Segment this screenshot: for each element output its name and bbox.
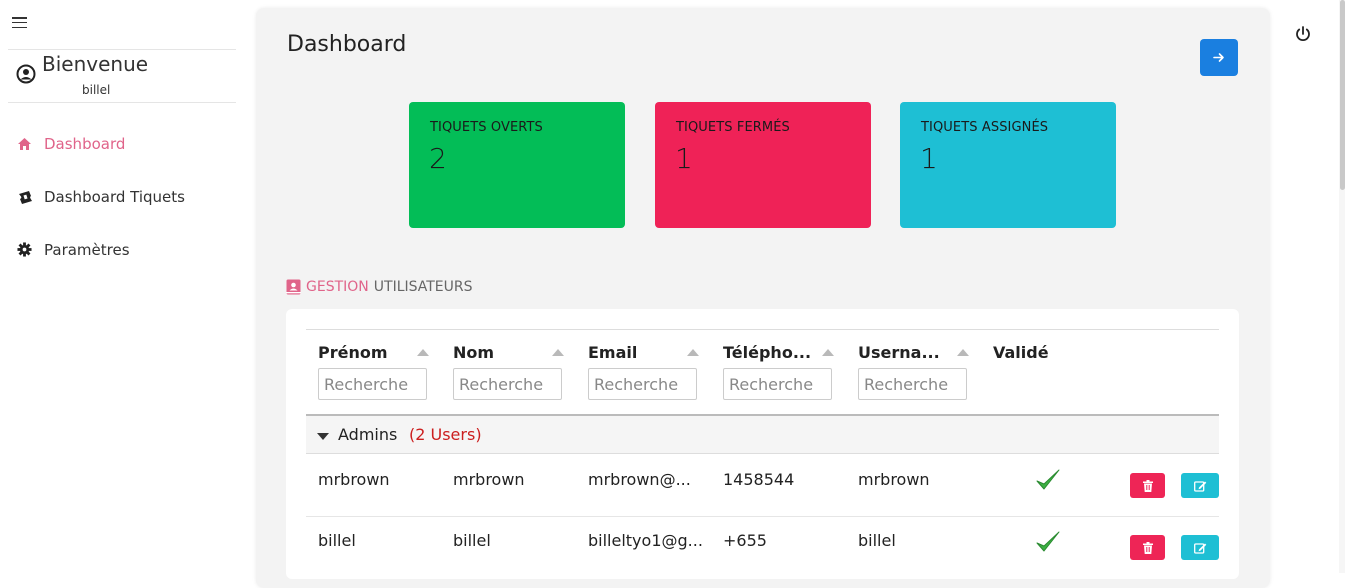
sort-icon[interactable] [417, 349, 429, 356]
card-value: 2 [429, 142, 447, 175]
check-icon [1036, 469, 1060, 490]
home-icon [16, 135, 33, 152]
sort-icon[interactable] [822, 349, 834, 356]
column-header-nom[interactable]: Nom [453, 343, 494, 362]
card-tiquets-ouverts[interactable]: TIQUETS OVERTS 2 [409, 102, 625, 228]
card-value: 1 [920, 142, 938, 175]
sidebar-item-parametres[interactable]: Paramètres [0, 235, 245, 265]
arrow-right-icon [1213, 53, 1224, 62]
cell-nom: billel [453, 531, 491, 550]
address-book-icon [286, 279, 301, 295]
scrollbar-thumb[interactable] [1340, 0, 1345, 190]
group-count: (2 Users) [409, 425, 482, 444]
cell-username: billel [858, 531, 896, 550]
section-title-highlight: GESTION [306, 279, 369, 295]
sort-icon[interactable] [687, 349, 699, 356]
menu-icon[interactable] [12, 17, 27, 29]
cell-prenom: billel [318, 531, 356, 550]
sort-icon[interactable] [957, 349, 969, 356]
edit-button[interactable] [1181, 473, 1219, 498]
card-tiquets-fermes[interactable]: TIQUETS FERMÉS 1 [655, 102, 871, 228]
filter-input-telephone[interactable] [723, 368, 832, 400]
table-top-border [306, 329, 1219, 330]
sidebar-item-label: Dashboard [44, 135, 126, 153]
welcome-text: Bienvenue [42, 52, 149, 76]
cell-telephone: +655 [723, 531, 767, 550]
column-header-prenom[interactable]: Prénom [318, 343, 388, 362]
filter-input-username[interactable] [858, 368, 967, 400]
cell-prenom: mrbrown [318, 470, 390, 489]
delete-button[interactable] [1130, 535, 1165, 560]
sidebar-item-dashboard[interactable]: Dashboard [0, 129, 245, 159]
arrow-right-button[interactable] [1200, 39, 1238, 76]
group-label: Admins [338, 425, 398, 444]
edit-icon [1193, 480, 1206, 492]
card-value: 1 [675, 142, 693, 175]
trash-icon [1142, 541, 1153, 554]
cell-username: mrbrown [858, 470, 930, 489]
filter-input-email[interactable] [588, 368, 697, 400]
power-icon[interactable] [1293, 24, 1313, 44]
ticket-icon [16, 188, 33, 205]
sidebar-item-dashboard-tiquets[interactable]: Dashboard Tiquets [0, 182, 245, 212]
card-title: TIQUETS FERMÉS [676, 120, 790, 135]
group-row-admins[interactable]: Admins (2 Users) [306, 414, 1219, 454]
card-title: TIQUETS OVERTS [430, 120, 543, 135]
delete-button[interactable] [1130, 473, 1165, 498]
sidebar: Bienvenue billel Dashboard Dashboard Tiq… [0, 0, 245, 573]
sort-icon[interactable] [552, 349, 564, 356]
card-tiquets-assignes[interactable]: TIQUETS ASSIGNÉS 1 [900, 102, 1116, 228]
caret-down-icon[interactable] [317, 433, 329, 440]
gear-icon [16, 241, 33, 258]
cell-email: billeltyo1@g... [588, 531, 703, 550]
filter-input-prenom[interactable] [318, 368, 427, 400]
edit-icon [1193, 542, 1206, 554]
divider [8, 49, 236, 50]
sidebar-item-label: Dashboard Tiquets [44, 188, 185, 206]
card-title: TIQUETS ASSIGNÉS [921, 120, 1049, 135]
column-header-email[interactable]: Email [588, 343, 637, 362]
cell-nom: mrbrown [453, 470, 525, 489]
column-header-telephone[interactable]: Télépho... [723, 343, 811, 362]
cell-email: mrbrown@... [588, 470, 691, 489]
cell-telephone: 1458544 [723, 470, 795, 489]
sidebar-item-label: Paramètres [44, 241, 130, 259]
trash-icon [1142, 479, 1153, 492]
page-title: Dashboard [287, 32, 407, 57]
filter-input-nom[interactable] [453, 368, 562, 400]
user-circle-icon [16, 64, 36, 84]
column-header-username[interactable]: Userna... [858, 343, 940, 362]
check-icon [1036, 531, 1060, 552]
divider [8, 102, 236, 103]
section-title-rest: UTILISATEURS [373, 279, 473, 295]
column-header-valide[interactable]: Validé [993, 343, 1049, 362]
edit-button[interactable] [1181, 535, 1219, 560]
row-divider [306, 516, 1219, 517]
section-title: GESTION UTILISATEURS [286, 279, 473, 295]
username-text: billel [82, 83, 111, 97]
